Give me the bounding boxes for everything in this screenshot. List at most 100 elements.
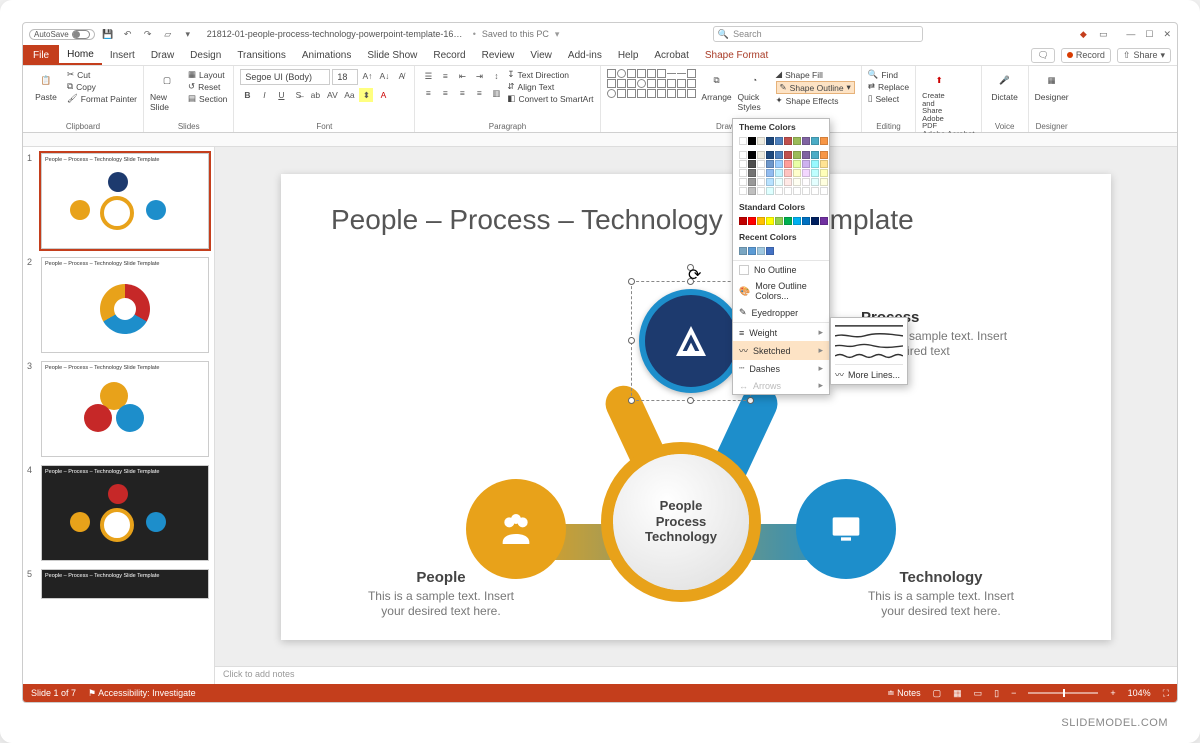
color-swatch[interactable] (766, 151, 774, 159)
record-button[interactable]: Record (1061, 48, 1111, 63)
shape-fill-button[interactable]: ◢ Shape Fill (776, 69, 855, 80)
font-name-select[interactable]: Segoe UI (Body) (240, 69, 330, 85)
tab-shape-format[interactable]: Shape Format (697, 45, 776, 65)
bold-icon[interactable]: B (240, 88, 254, 102)
align-left-icon[interactable]: ≡ (421, 86, 435, 100)
color-swatch[interactable] (784, 160, 792, 168)
zoom-out-icon[interactable]: − (1011, 688, 1016, 698)
center-circle[interactable]: PeopleProcessTechnology (613, 454, 749, 590)
align-center-icon[interactable]: ≡ (438, 86, 452, 100)
notes-pane[interactable]: Click to add notes (215, 666, 1177, 684)
shape-effects-button[interactable]: ✦ Shape Effects (776, 95, 855, 106)
line-spacing-icon[interactable]: ↕ (489, 69, 503, 83)
color-swatch[interactable] (748, 160, 756, 168)
view-slideshow-icon[interactable]: ▯ (994, 688, 999, 699)
sketched-item[interactable]: 〰Sketched▸ (733, 341, 829, 360)
undo-icon[interactable]: ↶ (121, 27, 135, 41)
align-right-icon[interactable]: ≡ (455, 86, 469, 100)
notes-toggle[interactable]: ≐ Notes (887, 688, 921, 699)
thumbnail-2[interactable]: People – Process – Technology Slide Temp… (41, 257, 209, 353)
adobe-pdf-button[interactable]: ⬆Create and Share Adobe PDF (922, 69, 956, 130)
zoom-slider[interactable] (1028, 692, 1098, 694)
process-circle[interactable] (639, 289, 743, 393)
technology-label[interactable]: TechnologyThis is a sample text. Insert … (861, 569, 1021, 620)
shrink-font-icon[interactable]: A↓ (377, 69, 391, 83)
grow-font-icon[interactable]: A↑ (360, 69, 374, 83)
sketch-style-freehand[interactable] (835, 341, 903, 351)
highlight-icon[interactable]: ⬍ (359, 88, 373, 102)
standard-color-grid[interactable] (733, 215, 829, 229)
color-swatch[interactable] (820, 160, 828, 168)
font-color-icon[interactable]: A (376, 88, 390, 102)
justify-icon[interactable]: ≡ (472, 86, 486, 100)
account-icon[interactable]: ◆ (1076, 27, 1090, 41)
zoom-in-icon[interactable]: + (1110, 688, 1115, 698)
no-outline-item[interactable]: No Outline (733, 262, 829, 278)
new-slide-button[interactable]: ▢New Slide (150, 69, 184, 112)
redo-icon[interactable]: ↷ (141, 27, 155, 41)
color-swatch[interactable] (757, 169, 765, 177)
accessibility-status[interactable]: ⚑ Accessibility: Investigate (88, 688, 196, 699)
numbering-icon[interactable]: ≡ (438, 69, 452, 83)
strike-icon[interactable]: S̶ (291, 88, 305, 102)
ribbon-options-icon[interactable]: ▭ (1096, 27, 1110, 41)
view-sorter-icon[interactable]: ▦ (953, 688, 962, 699)
thumbnail-5[interactable]: People – Process – Technology Slide Temp… (41, 569, 209, 599)
thumbnail-3[interactable]: People – Process – Technology Slide Temp… (41, 361, 209, 457)
copy-button[interactable]: ⧉ Copy (67, 81, 137, 92)
color-swatch[interactable] (802, 187, 810, 195)
smartart-button[interactable]: ◧ Convert to SmartArt (507, 93, 593, 104)
more-colors-item[interactable]: 🎨More Outline Colors... (733, 278, 829, 304)
text-direction-button[interactable]: ↧ Text Direction (507, 69, 593, 80)
color-swatch[interactable] (802, 160, 810, 168)
qat-more-icon[interactable]: ▾ (181, 27, 195, 41)
tab-slideshow[interactable]: Slide Show (359, 45, 425, 65)
fit-icon[interactable]: ⛶ (1163, 688, 1169, 699)
bullets-icon[interactable]: ☰ (421, 69, 435, 83)
slide-thumbnail-panel[interactable]: 1 People – Process – Technology Slide Te… (23, 147, 215, 684)
paste-button[interactable]: 📋Paste (29, 69, 63, 102)
arrange-button[interactable]: ⧉Arrange (700, 69, 734, 102)
tab-insert[interactable]: Insert (102, 45, 143, 65)
cut-button[interactable]: ✂ Cut (67, 69, 137, 80)
technology-circle[interactable] (796, 479, 896, 579)
color-swatch[interactable] (802, 151, 810, 159)
shape-outline-button[interactable]: ✎ Shape Outline ▾ (776, 81, 855, 94)
columns-icon[interactable]: ▥ (489, 86, 503, 100)
close-icon[interactable]: ✕ (1163, 29, 1171, 40)
tab-help[interactable]: Help (610, 45, 647, 65)
quick-styles-button[interactable]: ◔Quick Styles (738, 69, 772, 112)
color-swatch[interactable] (766, 217, 774, 225)
tab-view[interactable]: View (522, 45, 560, 65)
color-swatch[interactable] (811, 169, 819, 177)
recent-color-grid[interactable] (733, 245, 829, 259)
color-swatch[interactable] (775, 169, 783, 177)
share-button[interactable]: ⇧ Share ▾ (1117, 48, 1171, 63)
layout-button[interactable]: ▦ Layout (188, 69, 227, 80)
format-painter-button[interactable]: 🖌 Format Painter (67, 93, 137, 104)
color-swatch[interactable] (784, 137, 792, 145)
color-swatch[interactable] (775, 151, 783, 159)
dashes-item[interactable]: ┄Dashes▸ (733, 360, 829, 377)
tab-record[interactable]: Record (425, 45, 473, 65)
search-input[interactable]: 🔍 Search (713, 26, 923, 42)
color-swatch[interactable] (766, 187, 774, 195)
maximize-icon[interactable]: ☐ (1145, 29, 1153, 40)
find-button[interactable]: 🔍 Find (868, 69, 909, 80)
slide-canvas[interactable]: People – Process – Technology Slide Temp… (281, 174, 1111, 640)
color-swatch[interactable] (739, 187, 747, 195)
color-swatch[interactable] (802, 137, 810, 145)
color-swatch[interactable] (820, 169, 828, 177)
color-swatch[interactable] (766, 178, 774, 186)
clear-format-icon[interactable]: A̸ (394, 69, 408, 83)
color-swatch[interactable] (748, 137, 756, 145)
tab-addins[interactable]: Add-ins (560, 45, 610, 65)
color-swatch[interactable] (820, 217, 828, 225)
color-swatch[interactable] (784, 187, 792, 195)
zoom-level[interactable]: 104% (1128, 688, 1151, 698)
color-swatch[interactable] (793, 217, 801, 225)
color-swatch[interactable] (766, 247, 774, 255)
color-swatch[interactable] (757, 187, 765, 195)
color-swatch[interactable] (739, 169, 747, 177)
tab-transitions[interactable]: Transitions (229, 45, 294, 65)
